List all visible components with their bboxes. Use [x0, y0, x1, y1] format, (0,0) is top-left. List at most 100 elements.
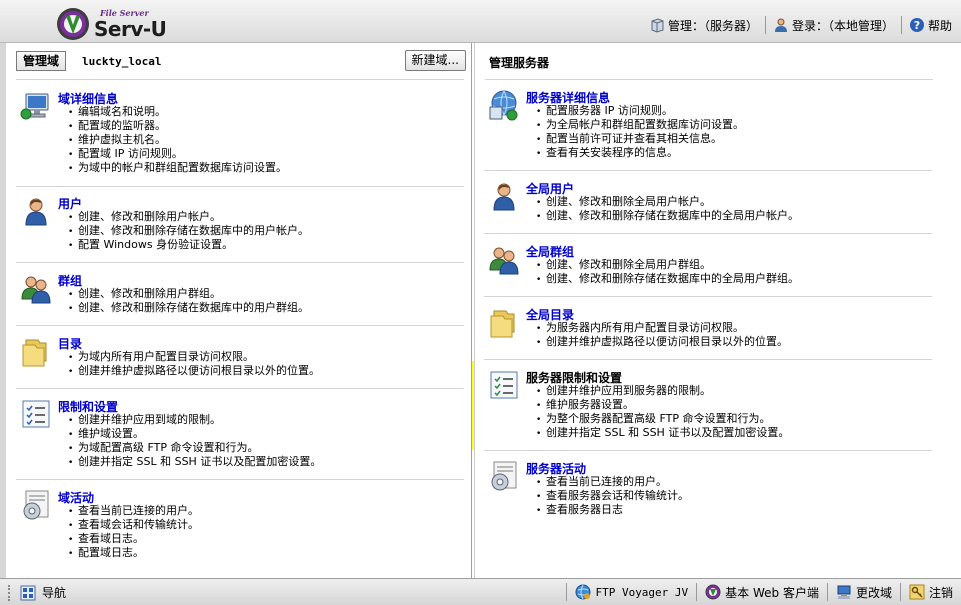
list-item: 为域内所有用户配置目录访问权限。	[68, 350, 320, 364]
activity-gear-icon	[491, 461, 517, 491]
user-icon	[774, 18, 787, 32]
serv-u-client-icon	[705, 584, 721, 600]
divider	[16, 262, 464, 263]
folder-icon	[22, 339, 47, 367]
login-label: 登录：（本地管理）	[791, 18, 894, 33]
list-item: 查看有关安装程序的信息。	[536, 146, 744, 160]
list-item: 查看服务器日志	[536, 503, 689, 517]
checklist-icon	[490, 371, 518, 399]
list-item: 为全局帐户和群组配置数据库访问设置。	[536, 118, 744, 132]
login-menu[interactable]: 登录：（本地管理）	[766, 17, 901, 34]
domain-bar: 管理域 luckty_local 新建域...	[16, 50, 466, 72]
server-limits-settings-list: 创建并维护应用到服务器的限制。 维护服务器设置。 为整个服务器配置高级 FTP …	[536, 384, 789, 440]
manage-label: 管理：（服务器）	[667, 18, 758, 33]
list-item: 创建并维护应用到服务器的限制。	[536, 384, 789, 398]
list-item: 创建、修改和删除用户群组。	[68, 287, 309, 301]
list-item: 为服务器内所有用户配置目录访问权限。	[536, 321, 788, 335]
list-item: 创建并指定 SSL 和 SSH 证书以及配置加密设置。	[536, 426, 789, 440]
list-item: 创建、修改和删除存储在数据库中的全局用户帐户。	[536, 209, 799, 223]
help-label: 帮助	[927, 18, 952, 33]
user-icon	[493, 183, 515, 211]
logout-label: 注销	[928, 585, 953, 600]
ftp-voyager-button[interactable]: FTP Voyager JV	[567, 584, 696, 600]
navigation-toggle[interactable]: 导航	[8, 584, 66, 601]
navigation-icon	[20, 585, 36, 600]
divider	[484, 170, 932, 171]
list-item: 创建、修改和删除用户帐户。	[68, 210, 309, 224]
list-item: 查看域日志。	[68, 532, 199, 546]
list-item: 维护虚拟主机名。	[68, 133, 287, 147]
server-activity-list: 查看当前已连接的用户。 查看服务器会话和传输统计。 查看服务器日志	[536, 475, 689, 517]
list-item: 配置域 IP 访问规则。	[68, 147, 287, 161]
user-icon	[25, 198, 47, 226]
list-item: 维护服务器设置。	[536, 398, 789, 412]
limits-settings-list: 创建并维护应用到域的限制。 维护域设置。 为域配置高级 FTP 命令设置和行为。…	[68, 413, 321, 469]
global-groups-list: 创建、修改和删除全局用户群组。 创建、修改和删除存储在数据库中的全局用户群组。	[536, 258, 799, 286]
list-item: 配置域日志。	[68, 546, 199, 560]
divider	[16, 79, 464, 80]
list-item: 为域中的帐户和群组配置数据库访问设置。	[68, 161, 287, 175]
ftp-voyager-label: FTP Voyager JV	[595, 585, 689, 599]
list-item: 查看服务器会话和传输统计。	[536, 489, 689, 503]
computer-network-icon	[20, 93, 49, 120]
divider	[484, 450, 932, 451]
navigation-label: 导航	[42, 586, 67, 600]
list-item: 查看当前已连接的用户。	[68, 504, 199, 518]
server-details-list: 配置服务器 IP 访问规则。 为全局帐户和群组配置数据库访问设置。 配置当前许可…	[536, 104, 744, 160]
svg-text:?: ?	[914, 19, 920, 32]
domain-details-list: 编辑域名和说明。 配置域的监听器。 维护虚拟主机名。 配置域 IP 访问规则。 …	[68, 105, 287, 175]
domain-name: luckty_local	[82, 54, 162, 68]
divider	[16, 325, 464, 326]
list-item: 为整个服务器配置高级 FTP 命令设置和行为。	[536, 412, 789, 426]
list-item: 创建、修改和删除存储在数据库中的用户群组。	[68, 301, 309, 315]
domain-label: 管理域	[16, 51, 67, 71]
new-domain-button[interactable]: 新建域...	[404, 50, 466, 71]
web-client-button[interactable]: 基本 Web 客户端	[697, 584, 827, 601]
checklist-icon	[22, 400, 50, 428]
global-directories-list: 为服务器内所有用户配置目录访问权限。 创建并维护虚拟路径以便访问根目录以外的位置…	[536, 321, 788, 349]
list-item: 为域配置高级 FTP 命令设置和行为。	[68, 441, 321, 455]
list-item: 配置当前许可证并查看其相关信息。	[536, 132, 744, 146]
list-item: 创建、修改和删除全局用户帐户。	[536, 195, 799, 209]
globe-icon	[575, 584, 591, 600]
list-item: 创建、修改和删除存储在数据库中的全局用户群组。	[536, 272, 799, 286]
list-item: 配置 Windows 身份验证设置。	[68, 238, 309, 252]
domain-activity-list: 查看当前已连接的用户。 查看域会话和传输统计。 查看域日志。 配置域日志。	[68, 504, 199, 560]
list-item: 配置服务器 IP 访问规则。	[536, 104, 744, 118]
help-icon: ?	[909, 18, 924, 32]
change-domain-label: 更改域	[855, 585, 892, 600]
list-item: 创建并指定 SSL 和 SSH 证书以及配置加密设置。	[68, 455, 321, 469]
list-item: 创建并维护应用到域的限制。	[68, 413, 321, 427]
serv-u-logo: File Server Serv-U	[56, 7, 186, 41]
list-item: 编辑域名和说明。	[68, 105, 287, 119]
app-header: File Server Serv-U 管理：（服务器） 登录：（本地管理） ? …	[0, 0, 961, 43]
list-item: 查看当前已连接的用户。	[536, 475, 689, 489]
server-network-icon	[489, 90, 518, 121]
divider	[484, 233, 932, 234]
list-item: 创建并维护虚拟路径以便访问根目录以外的位置。	[536, 335, 788, 349]
list-item: 查看域会话和传输统计。	[68, 518, 199, 532]
logout-button[interactable]: 注销	[901, 584, 961, 601]
list-item: 配置域的监听器。	[68, 119, 287, 133]
divider	[484, 296, 932, 297]
serv-u-logo-icon	[57, 8, 89, 40]
list-item: 创建、修改和删除存储在数据库中的用户帐户。	[68, 224, 309, 238]
change-domain-button[interactable]: 更改域	[828, 584, 900, 601]
help-button[interactable]: ? 帮助	[902, 17, 959, 34]
list-item: 维护域设置。	[68, 427, 321, 441]
manage-server-title: 管理服务器	[489, 56, 550, 70]
header-toolbar: 管理：（服务器） 登录：（本地管理） ? 帮助	[642, 14, 959, 36]
server-box-icon	[651, 18, 664, 33]
global-users-list: 创建、修改和删除全局用户帐户。 创建、修改和删除存储在数据库中的全局用户帐户。	[536, 195, 799, 223]
directories-list: 为域内所有用户配置目录访问权限。 创建并维护虚拟路径以便访问根目录以外的位置。	[68, 350, 320, 378]
users-list: 创建、修改和删除用户帐户。 创建、修改和删除存储在数据库中的用户帐户。 配置 W…	[68, 210, 309, 252]
divider	[485, 79, 933, 80]
divider	[484, 359, 932, 360]
manage-server-menu[interactable]: 管理：（服务器）	[642, 17, 765, 34]
folder-icon	[490, 310, 515, 338]
grip-handle	[8, 584, 14, 601]
list-item: 创建并维护虚拟路径以便访问根目录以外的位置。	[68, 364, 320, 378]
divider	[16, 388, 464, 389]
status-actions: FTP Voyager JV 基本 Web 客户端 更改域 注销	[566, 583, 961, 601]
key-icon	[909, 584, 925, 600]
